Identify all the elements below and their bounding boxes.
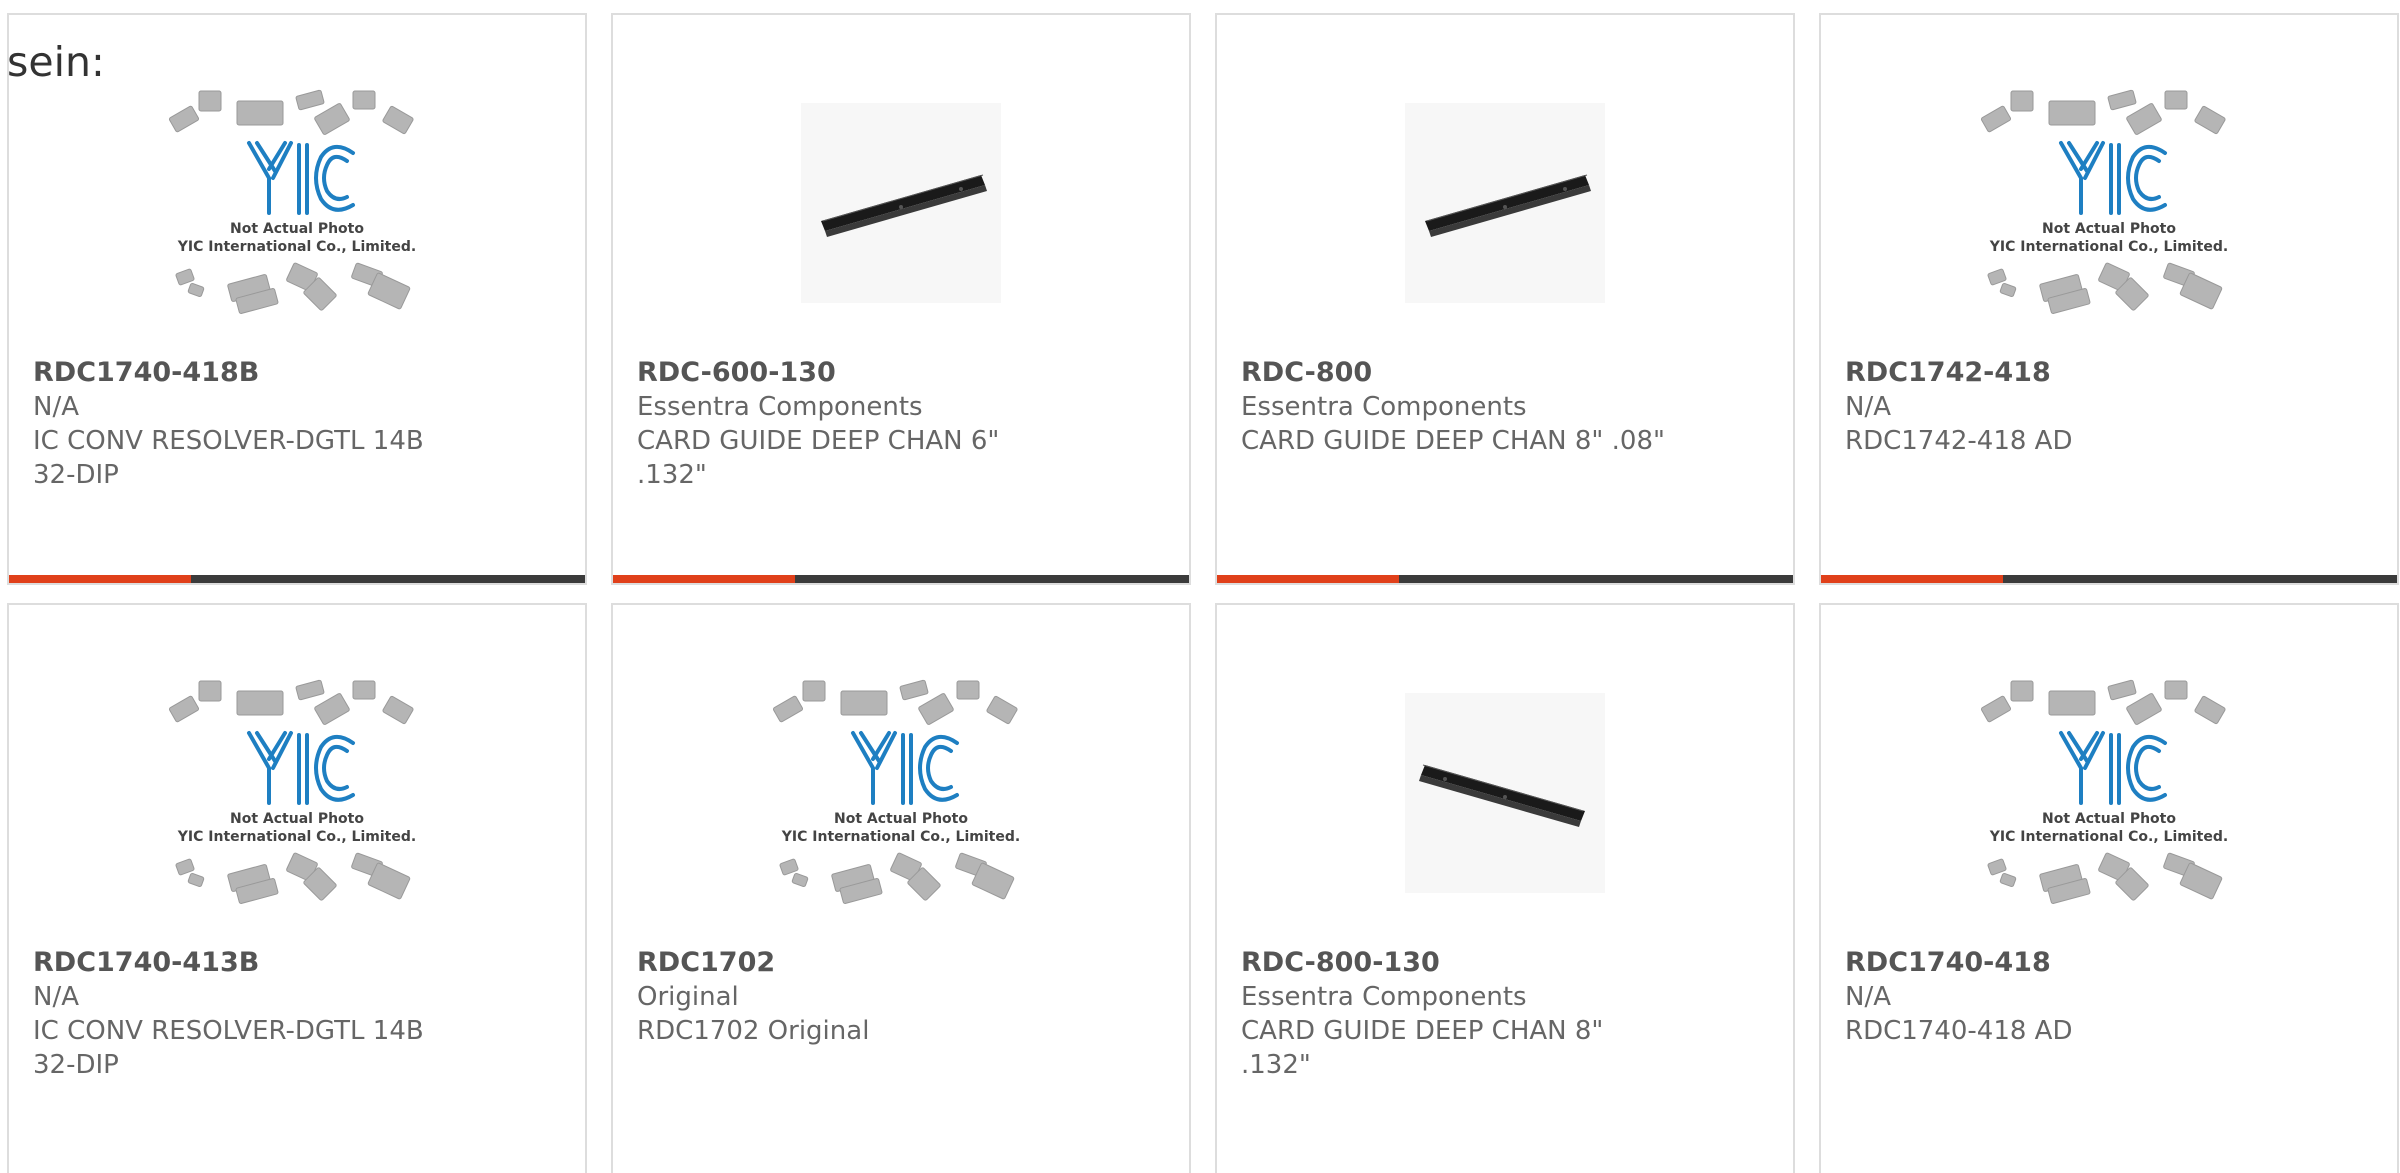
product-part-number[interactable]: RDC-800-130 <box>1241 946 1769 980</box>
product-image: Not Actual Photo YIC International Co., … <box>613 635 1189 955</box>
yic-logo-icon <box>247 141 355 215</box>
yic-logo-icon <box>2059 141 2167 215</box>
product-manufacturer: Essentra Components <box>637 392 923 422</box>
card-guide-image <box>1405 693 1605 893</box>
chip-cluster-icon <box>168 89 414 135</box>
chip-cluster-icon <box>779 852 1015 904</box>
product-card[interactable]: Not Actual Photo YIC International Co., … <box>7 13 587 585</box>
product-image <box>613 45 1189 365</box>
product-card[interactable]: Not Actual Photo YIC International Co., … <box>1819 603 2399 1173</box>
card-guide-image <box>1405 103 1605 303</box>
product-part-number[interactable]: RDC1740-413B <box>33 946 561 980</box>
product-card[interactable]: Not Actual Photo YIC International Co., … <box>7 603 587 1173</box>
placeholder-caption-line1: Not Actual Photo <box>230 221 364 237</box>
product-image: Not Actual Photo YIC International Co., … <box>1821 635 2397 955</box>
placeholder-caption-line2: YIC International Co., Limited. <box>177 829 416 845</box>
product-description: IC CONV RESOLVER-DGTL 14B 32-DIP <box>33 1016 424 1080</box>
card-bottom-bar <box>1217 575 1793 583</box>
yic-placeholder-image: Not Actual Photo YIC International Co., … <box>1980 89 2228 314</box>
chip-cluster-icon <box>168 679 414 725</box>
product-part-number[interactable]: RDC1742-418 <box>1845 356 2373 390</box>
chip-cluster-icon <box>175 852 411 904</box>
placeholder-caption-line2: YIC International Co., Limited. <box>177 239 416 255</box>
placeholder-caption-line1: Not Actual Photo <box>834 811 968 827</box>
yic-logo-icon <box>247 731 355 805</box>
chip-cluster-icon <box>1980 89 2226 135</box>
product-description: RDC1702 Original <box>637 1016 870 1046</box>
product-description: CARD GUIDE DEEP CHAN 6" .132" <box>637 426 1000 490</box>
product-manufacturer: N/A <box>33 982 79 1012</box>
product-part-number[interactable]: RDC1702 <box>637 946 1165 980</box>
product-manufacturer: N/A <box>1845 982 1891 1012</box>
product-description: RDC1742-418 AD <box>1845 426 2073 456</box>
product-manufacturer: Original <box>637 982 739 1012</box>
yic-placeholder-image: Not Actual Photo YIC International Co., … <box>168 679 416 904</box>
chip-cluster-icon <box>1987 262 2223 314</box>
yic-logo-icon <box>851 731 959 805</box>
chip-cluster-icon <box>1987 852 2223 904</box>
chip-cluster-icon <box>1980 679 2226 725</box>
product-manufacturer: Essentra Components <box>1241 982 1527 1012</box>
product-card[interactable]: RDC-800-130 Essentra Components CARD GUI… <box>1215 603 1795 1173</box>
product-image: Not Actual Photo YIC International Co., … <box>9 635 585 955</box>
product-image <box>1217 45 1793 365</box>
product-manufacturer: Essentra Components <box>1241 392 1527 422</box>
placeholder-caption-line1: Not Actual Photo <box>2042 811 2176 827</box>
chip-cluster-icon <box>175 262 411 314</box>
placeholder-caption-line2: YIC International Co., Limited. <box>1989 239 2228 255</box>
placeholder-caption-line1: Not Actual Photo <box>2042 221 2176 237</box>
product-part-number[interactable]: RDC-800 <box>1241 356 1769 390</box>
placeholder-caption-line1: Not Actual Photo <box>230 811 364 827</box>
product-description: IC CONV RESOLVER-DGTL 14B 32-DIP <box>33 426 424 490</box>
product-description: CARD GUIDE DEEP CHAN 8" .132" <box>1241 1016 1604 1080</box>
lead-text: sein: <box>7 38 105 86</box>
product-part-number[interactable]: RDC1740-418B <box>33 356 561 390</box>
product-part-number[interactable]: RDC-600-130 <box>637 356 1165 390</box>
product-card[interactable]: Not Actual Photo YIC International Co., … <box>611 603 1191 1173</box>
card-bottom-bar <box>613 575 1189 583</box>
product-card[interactable]: Not Actual Photo YIC International Co., … <box>1819 13 2399 585</box>
product-card[interactable]: RDC-800 Essentra Components CARD GUIDE D… <box>1215 13 1795 585</box>
card-guide-image <box>801 103 1001 303</box>
product-image: Not Actual Photo YIC International Co., … <box>9 45 585 365</box>
chip-cluster-icon <box>772 679 1018 725</box>
card-bottom-bar <box>9 575 585 583</box>
product-manufacturer: N/A <box>1845 392 1891 422</box>
product-part-number[interactable]: RDC1740-418 <box>1845 946 2373 980</box>
card-bottom-bar <box>1821 575 2397 583</box>
yic-placeholder-image: Not Actual Photo YIC International Co., … <box>772 679 1020 904</box>
product-image <box>1217 635 1793 955</box>
placeholder-caption-line2: YIC International Co., Limited. <box>1989 829 2228 845</box>
product-manufacturer: N/A <box>33 392 79 422</box>
product-image: Not Actual Photo YIC International Co., … <box>1821 45 2397 365</box>
yic-placeholder-image: Not Actual Photo YIC International Co., … <box>1980 679 2228 904</box>
yic-placeholder-image: Not Actual Photo YIC International Co., … <box>168 89 416 314</box>
product-description: RDC1740-418 AD <box>1845 1016 2073 1046</box>
placeholder-caption-line2: YIC International Co., Limited. <box>781 829 1020 845</box>
product-description: CARD GUIDE DEEP CHAN 8" .08" <box>1241 426 1665 456</box>
product-card[interactable]: RDC-600-130 Essentra Components CARD GUI… <box>611 13 1191 585</box>
yic-logo-icon <box>2059 731 2167 805</box>
